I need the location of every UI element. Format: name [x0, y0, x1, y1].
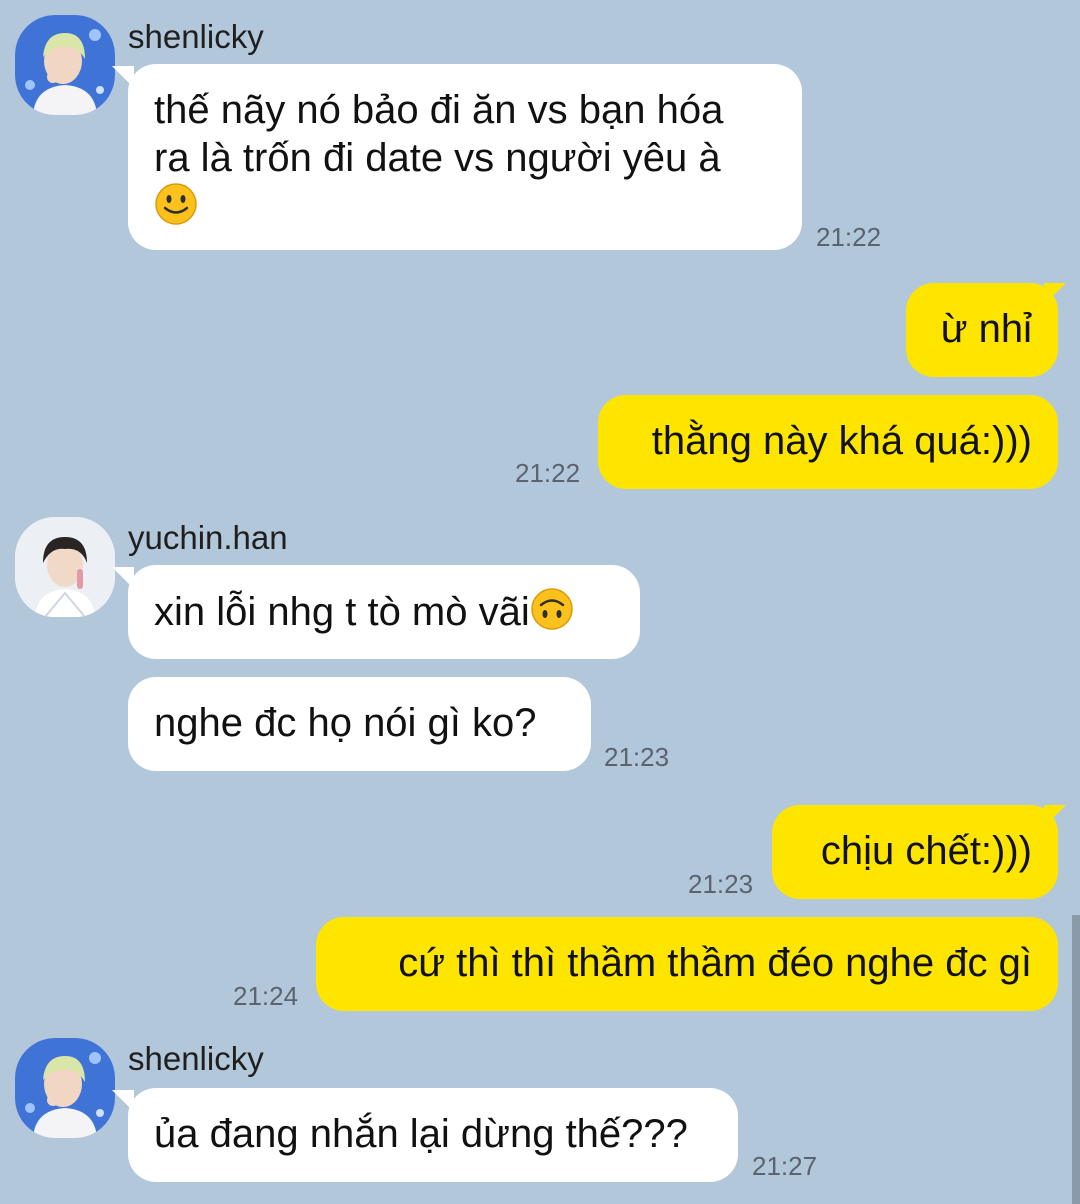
message-bubble-incoming[interactable]: thế nãy nó bảo đi ăn vs bạn hóa ra là tr… [128, 64, 802, 250]
message-text: ủa đang nhắn lại dừng thế??? [154, 1112, 688, 1156]
message-bubble-incoming[interactable]: ủa đang nhắn lại dừng thế??? [128, 1088, 738, 1182]
chat-area[interactable]: shenlicky thế nãy nó bảo đi ăn vs bạn hó… [0, 0, 1080, 1204]
sender-name: shenlicky [128, 18, 264, 55]
message-time: 21:22 [816, 222, 882, 252]
message-text: ừ nhỉ [940, 307, 1032, 351]
message-text-line: thế nãy nó bảo đi ăn vs bạn hóa [154, 88, 724, 132]
bubble-tail [1044, 283, 1066, 305]
message-time: 21:27 [752, 1151, 818, 1181]
slightly-smiling-face-icon [154, 182, 198, 226]
message-bubble-outgoing[interactable]: thằng này khá quá:))) [598, 395, 1058, 489]
bubble-tail [1044, 805, 1066, 827]
message-time: 21:22 [515, 458, 581, 488]
message-bubble-outgoing[interactable]: cứ thì thì thầm thầm đéo nghe đc gì [316, 917, 1058, 1011]
avatar-shenlicky[interactable] [15, 1038, 115, 1138]
message-text: xin lỗi nhg t tò mò vãi [154, 590, 530, 634]
message-text-line: ra là trốn đi date vs người yêu à [154, 136, 721, 180]
avatar-shenlicky[interactable] [15, 15, 115, 115]
upside-down-face-icon [530, 587, 574, 631]
message-text: nghe đc họ nói gì ko? [154, 701, 537, 745]
sender-name: yuchin.han [128, 519, 288, 556]
message-text: chịu chết:))) [820, 829, 1032, 873]
message-time: 21:23 [688, 869, 754, 899]
sender-name: shenlicky [128, 1040, 264, 1077]
message-text: cứ thì thì thầm thầm đéo nghe đc gì [398, 941, 1032, 985]
message-bubble-incoming[interactable]: nghe đc họ nói gì ko? [128, 677, 591, 771]
message-time: 21:24 [233, 981, 299, 1011]
message-bubble-outgoing[interactable]: chịu chết:))) [772, 805, 1058, 899]
message-time: 21:23 [604, 742, 670, 772]
scrollbar[interactable] [1072, 915, 1080, 1204]
message-bubble-outgoing[interactable]: ừ nhỉ [906, 283, 1058, 377]
message-bubble-incoming[interactable]: xin lỗi nhg t tò mò vãi [128, 565, 640, 659]
avatar-yuchin-han[interactable] [15, 517, 115, 617]
message-text: thằng này khá quá:))) [651, 419, 1032, 463]
